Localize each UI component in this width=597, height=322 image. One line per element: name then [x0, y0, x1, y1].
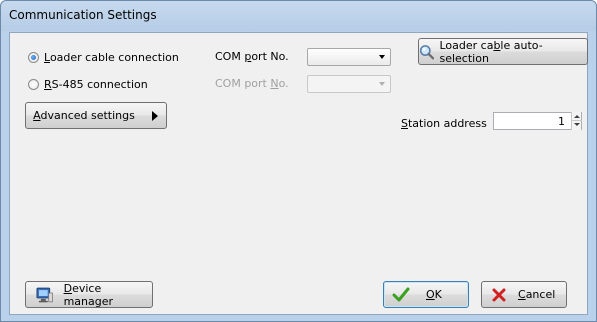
rs485-radio-label[interactable]: RS-485 connection [44, 78, 148, 91]
rs485-label-mnemonic: R [44, 77, 52, 91]
window-title: Communication Settings [9, 8, 157, 22]
cancel-mnemonic: C [518, 288, 526, 301]
ok-suffix: K [434, 288, 442, 301]
checkmark-icon [392, 287, 410, 301]
loader-cable-auto-selection-button[interactable]: Loader cable auto-selection [418, 38, 588, 65]
ok-mnemonic: O [426, 288, 435, 301]
dialog-window: Communication Settings Loader cable conn… [0, 0, 597, 322]
magnifier-icon [419, 44, 435, 59]
station-address-suffix: tation address [407, 117, 487, 130]
cancel-button[interactable]: Cancel [481, 281, 567, 308]
ok-label: OK [426, 288, 442, 301]
device-manager-button[interactable]: Device manager [25, 281, 153, 308]
station-address-input[interactable]: 1 [493, 112, 582, 130]
triangle-right-icon [151, 110, 158, 121]
com-port-label: COM port No. [215, 50, 289, 63]
auto-selection-label: Loader cable auto-selection [439, 39, 587, 65]
com-port-label-prefix: COM [215, 50, 245, 63]
advanced-settings-suffix: dvanced settings [40, 109, 135, 122]
close-icon [492, 288, 506, 301]
com-port-no-label-suffix: o. [278, 77, 289, 90]
advanced-settings-button[interactable]: Advanced settings [25, 102, 167, 129]
ok-button[interactable]: OK [383, 281, 469, 308]
loader-cable-label-text: oader cable connection [49, 50, 179, 64]
com-port-no-label-disabled: COM port No. [215, 77, 289, 90]
com-port-select[interactable] [307, 48, 391, 66]
spin-arrows-icon[interactable] [572, 112, 582, 130]
loader-cable-radio-indicator[interactable] [28, 51, 39, 63]
computer-icon [36, 287, 53, 302]
rs485-radio-indicator[interactable] [28, 78, 39, 90]
chevron-down-icon[interactable] [379, 55, 385, 59]
device-manager-mnemonic: D [63, 281, 73, 295]
auto-selection-prefix: Loader ca [439, 38, 494, 52]
loader-cable-radio[interactable]: Loader cable connection [28, 49, 179, 65]
com-port-label-suffix: ort No. [251, 50, 289, 63]
rs485-radio[interactable]: RS-485 connection [28, 76, 148, 92]
cancel-suffix: ancel [525, 288, 556, 301]
com-port-select-disabled [307, 75, 391, 93]
station-address-spinner[interactable] [571, 112, 582, 130]
cancel-label: Cancel [518, 288, 555, 301]
dialog-body: Loader cable connection RS-485 connectio… [9, 32, 588, 315]
station-address-label: Station address [401, 117, 487, 130]
com-port-no-label-mnemonic: N [270, 77, 279, 90]
loader-cable-radio-label[interactable]: Loader cable connection [44, 51, 179, 64]
title-bar[interactable]: Communication Settings [1, 1, 596, 31]
station-address-mnemonic: S [401, 117, 408, 130]
station-address-value: 1 [558, 115, 565, 128]
device-manager-label: Device manager [64, 282, 152, 308]
advanced-settings-label: Advanced settings [33, 109, 135, 122]
chevron-down-icon [379, 82, 385, 86]
rs485-label-text: S-485 connection [51, 77, 148, 91]
com-port-no-label-prefix: COM port [215, 77, 271, 90]
